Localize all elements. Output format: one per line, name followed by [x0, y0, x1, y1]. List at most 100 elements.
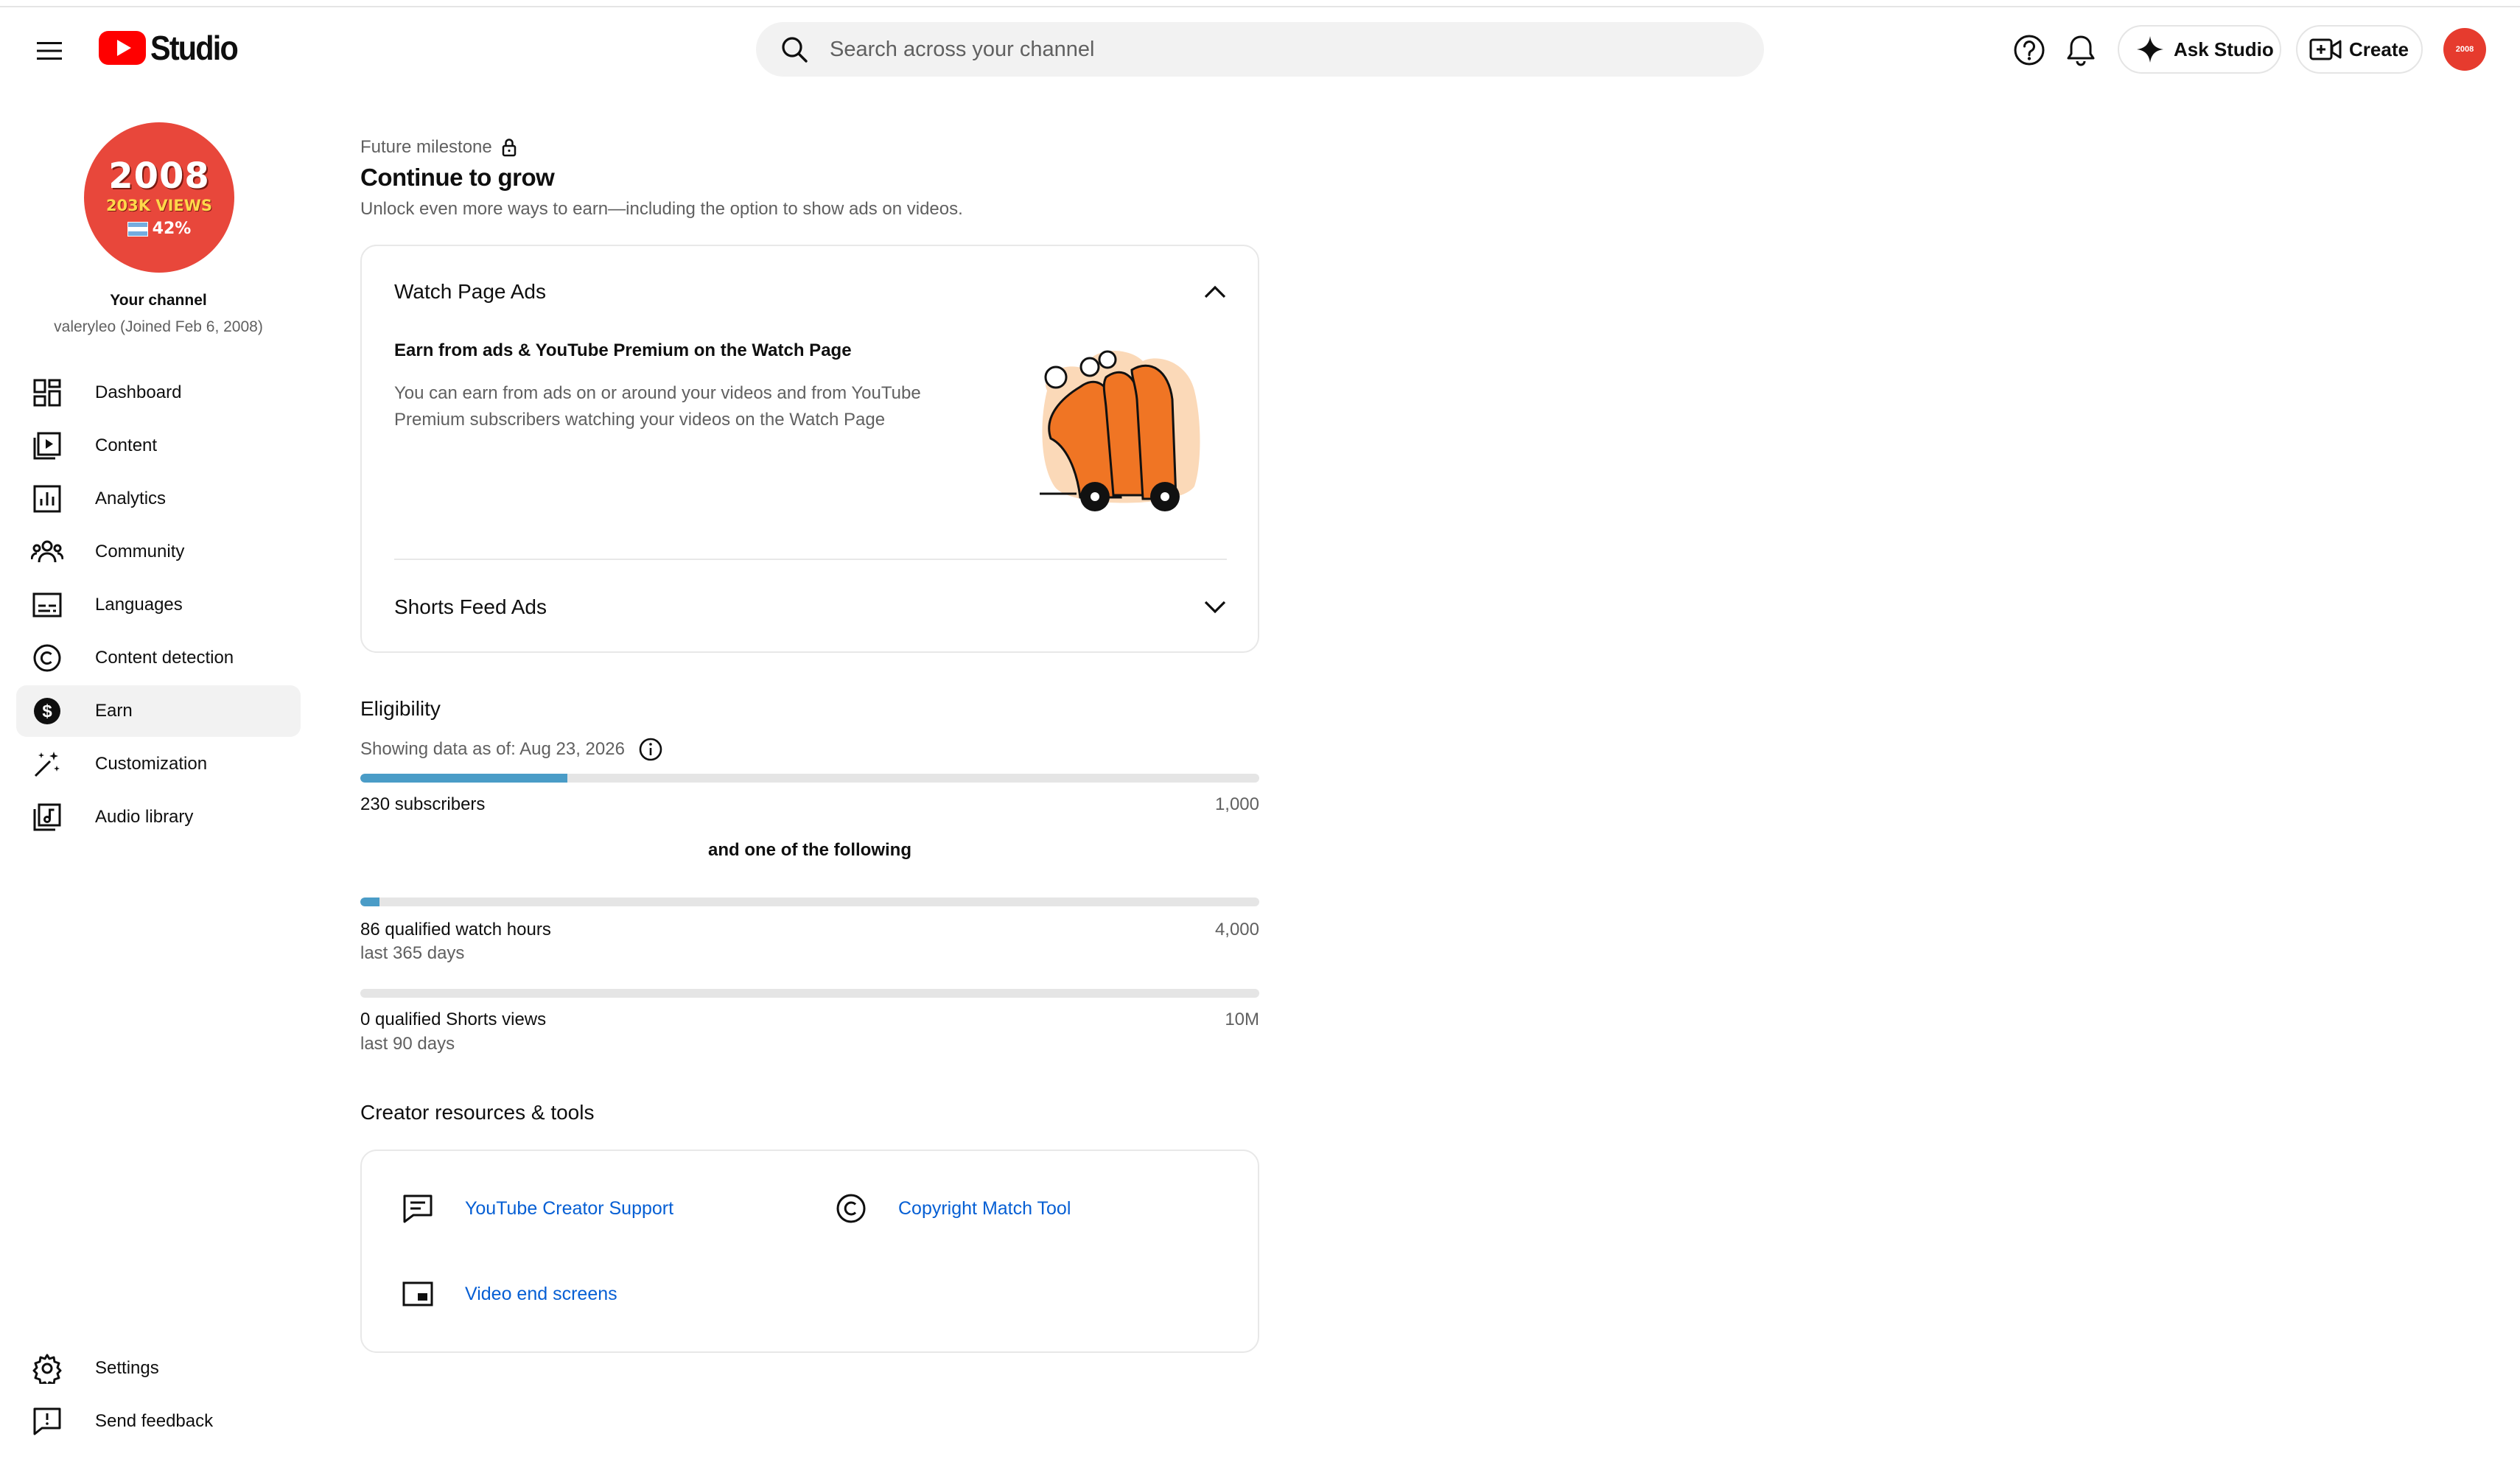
sidebar-item-earn[interactable]: $ Earn	[16, 685, 301, 737]
watch-ads-heading: Earn from ads & YouTube Premium on the W…	[394, 340, 852, 360]
chat-icon	[400, 1191, 435, 1226]
creator-support-label: YouTube Creator Support	[465, 1197, 674, 1219]
svg-text:$: $	[42, 701, 52, 721]
sidebar-item-audio-library[interactable]: Audio library	[16, 791, 301, 843]
sidebar-item-dashboard[interactable]: Dashboard	[16, 367, 301, 419]
send-feedback-label: Send feedback	[95, 1411, 214, 1431]
sidebar-item-languages[interactable]: Languages	[16, 579, 301, 631]
avatar-year: 2008	[108, 155, 210, 197]
subtitles-icon	[31, 589, 63, 621]
settings-label: Settings	[95, 1358, 159, 1378]
sidebar-item-content[interactable]: Content	[16, 420, 301, 472]
sidebar-item-analytics[interactable]: Analytics	[16, 473, 301, 525]
sidebar-item-send-feedback[interactable]: Send feedback	[16, 1396, 301, 1447]
shorts-feed-ads-header[interactable]: Shorts Feed Ads	[394, 595, 547, 619]
shorts-views-progress-bar	[360, 989, 1259, 998]
sidebar-item-community[interactable]: Community	[16, 526, 301, 578]
search-bar[interactable]	[756, 22, 1764, 77]
gear-icon	[31, 1352, 63, 1385]
feedback-icon	[31, 1405, 63, 1438]
help-icon[interactable]	[2012, 32, 2047, 68]
eligibility-title: Eligibility	[360, 697, 441, 720]
sidebar-item-content-detection[interactable]: Content detection	[16, 632, 301, 684]
watch-ads-description: You can earn from ads on or around your …	[394, 383, 921, 430]
magic-wand-icon	[31, 748, 63, 780]
watch-page-ads-header[interactable]: Watch Page Ads	[394, 280, 546, 304]
ask-studio-button[interactable]: Ask Studio	[2118, 25, 2281, 74]
youtube-studio-logo[interactable]: Studio	[99, 28, 247, 68]
copyright-match-link[interactable]: Copyright Match Tool	[833, 1191, 1071, 1226]
watch-hours-period: last 365 days	[360, 943, 465, 963]
sidebar-item-customization[interactable]: Customization	[16, 738, 301, 790]
notifications-bell-icon[interactable]	[2063, 32, 2099, 68]
copyright-icon	[833, 1191, 869, 1226]
browser-top-border	[0, 0, 2520, 7]
ask-studio-label: Ask Studio	[2174, 38, 2274, 60]
shorts-views-count: 0 qualified Shorts views	[360, 1010, 547, 1029]
sidebar-item-label: Languages	[95, 595, 183, 615]
watch-hours-progress-bar	[360, 898, 1259, 906]
shorts-views-goal: 10M	[1225, 1010, 1259, 1029]
page-title: Continue to grow	[360, 164, 555, 191]
account-avatar[interactable]: 2008	[2443, 28, 2486, 71]
sidebar-item-label: Dashboard	[95, 382, 182, 402]
ads-train-illustration	[1025, 339, 1217, 523]
shorts-views-period: last 90 days	[360, 1034, 455, 1054]
copyright-icon	[31, 642, 63, 674]
search-input[interactable]	[828, 36, 1764, 63]
subscribers-count: 230 subscribers	[360, 794, 486, 814]
end-screen-icon	[400, 1276, 435, 1312]
analytics-icon	[31, 483, 63, 515]
channel-name-joined: valeryleo (Joined Feb 6, 2008)	[54, 318, 263, 335]
accordion-divider	[394, 559, 1227, 560]
sidebar-item-settings[interactable]: Settings	[16, 1343, 301, 1394]
dashboard-icon	[31, 377, 63, 409]
subscribers-goal: 1,000	[1214, 794, 1259, 814]
create-label: Create	[2349, 38, 2409, 60]
watch-hours-count: 86 qualified watch hours	[360, 920, 551, 940]
avatar-pct-text: 42%	[152, 219, 192, 238]
and-one-of-following: and one of the following	[708, 840, 911, 860]
youtube-play-icon	[99, 31, 146, 65]
ads-accordion-card: Watch Page Ads Earn from ads & YouTube P…	[360, 245, 1259, 653]
future-milestone-label: Future milestone	[360, 137, 492, 157]
avatar-small-text: 2008	[2455, 44, 2474, 54]
sidebar-item-label: Analytics	[95, 489, 167, 508]
content-icon	[31, 430, 63, 462]
lock-icon	[501, 138, 517, 157]
hamburger-menu-icon[interactable]	[29, 31, 69, 71]
page-subtitle: Unlock even more ways to earn—including …	[360, 199, 963, 219]
channel-avatar[interactable]: 2008 203K VIEWS 42%	[84, 122, 234, 273]
end-screens-link[interactable]: Video end screens	[400, 1276, 617, 1312]
avatar-percent: 42%	[127, 219, 192, 238]
eligibility-date: Showing data as of: Aug 23, 2026	[360, 739, 625, 759]
sparkle-icon	[2135, 35, 2165, 64]
info-icon[interactable]	[638, 737, 663, 762]
sidebar-item-label: Customization	[95, 754, 208, 774]
create-video-icon	[2309, 37, 2342, 62]
chevron-up-icon[interactable]	[1200, 277, 1230, 307]
copyright-match-label: Copyright Match Tool	[898, 1197, 1071, 1219]
end-screens-label: Video end screens	[465, 1283, 617, 1304]
sidebar-item-label: Audio library	[95, 807, 194, 827]
subscribers-progress-bar	[360, 774, 1259, 783]
sidebar-item-label: Earn	[95, 701, 133, 721]
eligibility-date-row: Showing data as of: Aug 23, 2026	[360, 737, 663, 762]
watch-hours-progress-fill	[360, 898, 380, 906]
avatar-views: 203K VIEWS	[105, 196, 213, 214]
search-icon	[778, 33, 811, 66]
resources-card: YouTube Creator Support Copyright Match …	[360, 1150, 1259, 1353]
create-button[interactable]: Create	[2296, 25, 2423, 74]
future-milestone: Future milestone	[360, 137, 517, 158]
flag-icon	[127, 221, 148, 237]
sidebar-item-label: Community	[95, 542, 185, 561]
your-channel-label: Your channel	[110, 292, 207, 309]
creator-support-link[interactable]: YouTube Creator Support	[400, 1191, 673, 1226]
chevron-down-icon[interactable]	[1200, 592, 1230, 622]
resources-title: Creator resources & tools	[360, 1101, 595, 1124]
subscribers-progress-fill	[360, 774, 567, 783]
community-icon	[31, 536, 63, 568]
sidebar-item-label: Content detection	[95, 648, 234, 668]
logo-text: Studio	[150, 29, 239, 67]
dollar-icon: $	[31, 695, 63, 727]
